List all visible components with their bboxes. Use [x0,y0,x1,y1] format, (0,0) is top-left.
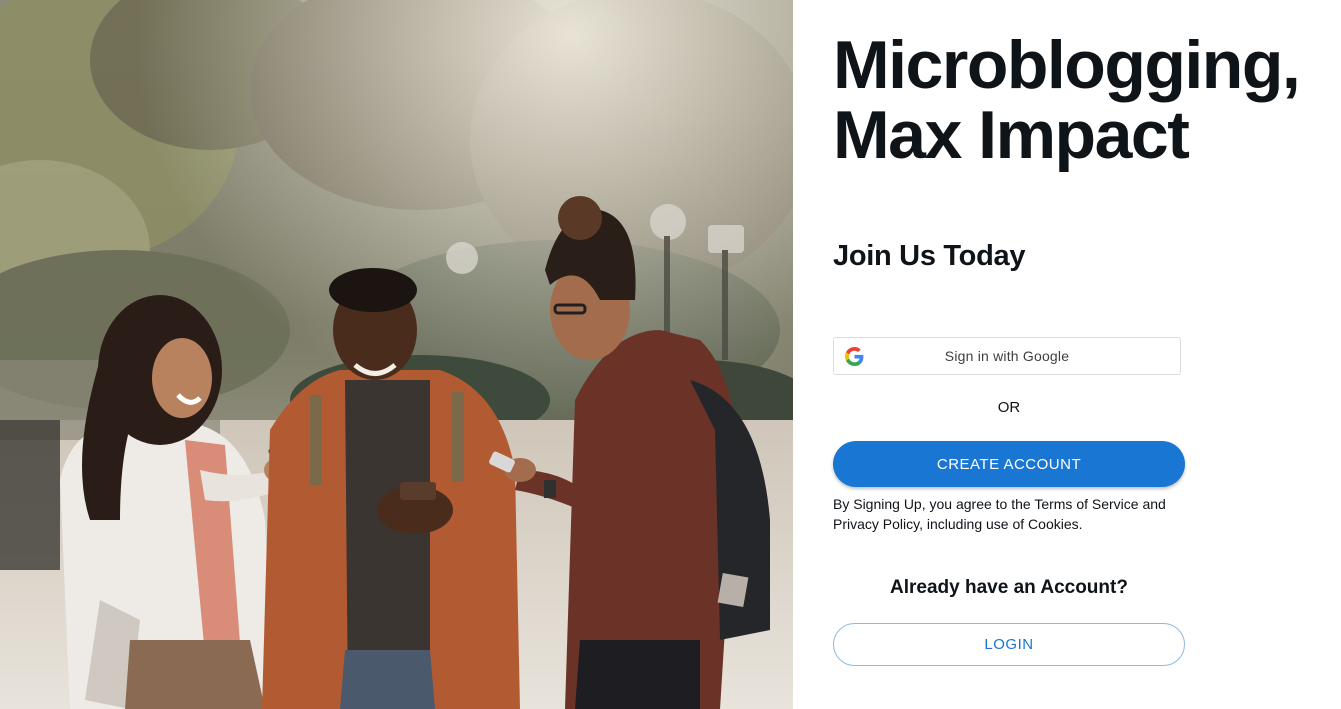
headline: Microblogging, Max Impact [833,27,1301,173]
hero-photo [0,0,793,709]
headline-line-2: Max Impact [833,97,1190,173]
google-signin-button[interactable]: Sign in with Google [833,337,1181,375]
signup-panel: Microblogging, Max Impact Join Us Today … [793,0,1341,709]
signup-page: Microblogging, Max Impact Join Us Today … [0,0,1341,709]
google-g-icon [845,347,864,366]
login-button[interactable]: LOGIN [833,623,1185,666]
terms-text: By Signing Up, you agree to the Terms of… [833,496,1166,532]
create-account-button[interactable]: CREATE ACCOUNT [833,441,1185,487]
hero-photo-illustration [0,0,793,709]
join-title: Join Us Today [833,240,1026,272]
google-signin-label: Sign in with Google [944,348,1070,364]
headline-line-1: Microblogging, [833,27,1301,103]
already-have-account-text: Already have an Account? [890,577,1128,598]
or-divider: OR [997,399,1021,416]
